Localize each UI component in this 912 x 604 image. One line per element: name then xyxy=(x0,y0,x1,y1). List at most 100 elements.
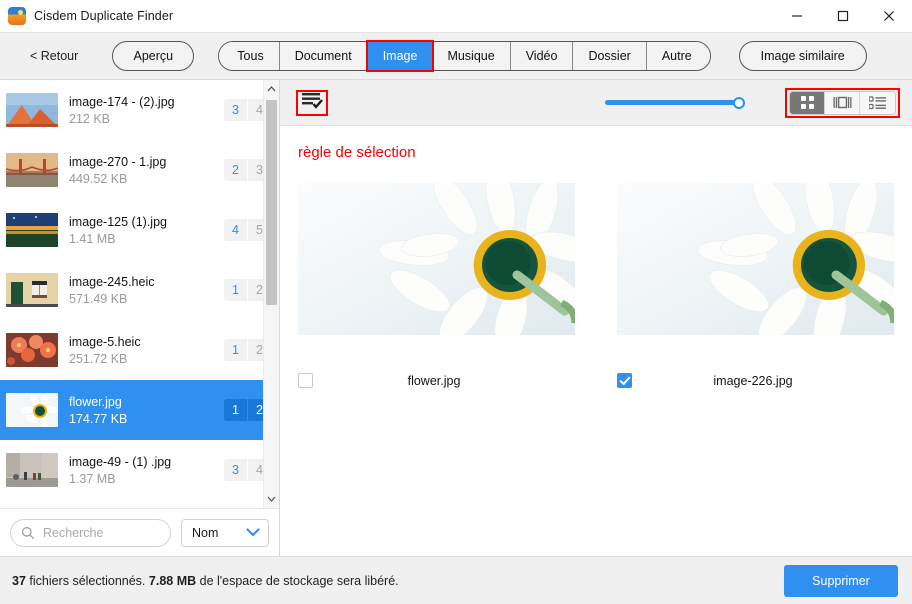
grid-view-icon[interactable] xyxy=(790,92,825,114)
tab-image[interactable]: Image xyxy=(368,42,433,70)
file-name: image-5.heic xyxy=(69,335,218,349)
content-panel: règle de sélection xyxy=(280,80,912,556)
minimize-icon[interactable] xyxy=(774,0,820,32)
delete-button[interactable]: Supprimer xyxy=(784,565,898,597)
file-size: 1.37 MB xyxy=(69,472,218,486)
flowers-thumb xyxy=(6,333,58,367)
file-size: 1.41 MB xyxy=(69,232,218,246)
file-size: 251.72 KB xyxy=(69,352,218,366)
file-name: image-125 (1).jpg xyxy=(69,215,218,229)
street-thumb xyxy=(6,453,58,487)
scroll-up-icon[interactable] xyxy=(264,80,280,98)
scrollbar-thumb[interactable] xyxy=(266,100,277,305)
file-size: 449.52 KB xyxy=(69,172,218,186)
list-item-meta: flower.jpg 174.77 KB xyxy=(69,395,218,426)
selection-rule-icon xyxy=(302,92,323,114)
list-item[interactable]: image-49 - (1) .jpg 1.37 MB 3 4 xyxy=(0,440,279,500)
scroll-down-icon[interactable] xyxy=(264,490,280,508)
compare-view-icon[interactable] xyxy=(825,92,860,114)
scrollbar-track[interactable] xyxy=(264,98,280,490)
pair-footer-left: flower.jpg xyxy=(298,373,575,388)
list-item-selected[interactable]: flower.jpg 174.77 KB 1 2 xyxy=(0,380,279,440)
list-item[interactable]: image-125 (1).jpg 1.41 MB 4 5 xyxy=(0,200,279,260)
file-size: 212 KB xyxy=(69,112,218,126)
search-placeholder: Recherche xyxy=(43,526,103,540)
close-icon[interactable] xyxy=(866,0,912,32)
house-thumb xyxy=(6,273,58,307)
tab-document[interactable]: Document xyxy=(280,42,368,70)
list-item-meta: image-174 - (2).jpg 212 KB xyxy=(69,95,218,126)
file-name: flower.jpg xyxy=(69,395,218,409)
tab-autre[interactable]: Autre xyxy=(647,42,710,70)
pair-checkbox-right[interactable] xyxy=(617,373,632,388)
status-summary: 37 fichiers sélectionnés. 7.88 MB de l'e… xyxy=(12,574,784,588)
window-title: Cisdem Duplicate Finder xyxy=(34,9,173,23)
pair-filename-left: flower.jpg xyxy=(313,374,575,388)
status-bar: 37 fichiers sélectionnés. 7.88 MB de l'e… xyxy=(0,556,912,604)
freed-size: 7.88 MB xyxy=(149,574,196,588)
zoom-slider[interactable] xyxy=(605,93,740,113)
file-size: 571.49 KB xyxy=(69,292,218,306)
sort-dropdown[interactable]: Nom xyxy=(181,519,269,547)
file-name: image-270 - 1.jpg xyxy=(69,155,218,169)
pair-footer-right: image-226.jpg xyxy=(617,373,894,388)
pair-checkbox-left[interactable] xyxy=(298,373,313,388)
list-item-meta: image-5.heic 251.72 KB xyxy=(69,335,218,366)
pair-column-right: image-226.jpg xyxy=(617,183,894,556)
duplicate-file-list[interactable]: image-174 - (2).jpg 212 KB 3 4 xyxy=(0,80,279,508)
list-item[interactable]: image-5.heic 251.72 KB 1 2 xyxy=(0,320,279,380)
daisy-photo[interactable] xyxy=(298,183,575,335)
badge-selected-count: 3 xyxy=(224,99,247,121)
tab-video[interactable]: Vidéo xyxy=(511,42,574,70)
sort-value: Nom xyxy=(192,526,218,540)
window-controls xyxy=(774,0,912,32)
search-icon xyxy=(21,526,35,540)
view-mode-toggle xyxy=(789,91,896,115)
selection-rule-label: règle de sélection xyxy=(280,126,912,161)
mountain-thumb xyxy=(6,93,58,127)
app-logo-icon xyxy=(8,7,26,25)
duplicate-pair-area: flower.jpg xyxy=(280,161,912,556)
cityscape-thumb xyxy=(6,213,58,247)
list-item-meta: image-245.heic 571.49 KB xyxy=(69,275,218,306)
daisy-photo[interactable] xyxy=(617,183,894,335)
selection-rule-button[interactable] xyxy=(296,90,328,116)
file-size: 174.77 KB xyxy=(69,412,218,426)
maximize-icon[interactable] xyxy=(820,0,866,32)
pair-column-left: flower.jpg xyxy=(298,183,575,556)
bridge-thumb xyxy=(6,153,58,187)
list-item[interactable]: image-245.heic 571.49 KB 1 2 xyxy=(0,260,279,320)
search-input[interactable]: Recherche xyxy=(10,519,171,547)
list-item-meta: image-125 (1).jpg 1.41 MB xyxy=(69,215,218,246)
title-bar: Cisdem Duplicate Finder xyxy=(0,0,912,32)
freed-size-text: de l'espace de stockage sera libéré. xyxy=(196,574,399,588)
list-view-icon[interactable] xyxy=(860,92,895,114)
badge-selected-count: 2 xyxy=(224,159,247,181)
badge-selected-count: 1 xyxy=(224,399,247,421)
file-name: image-174 - (2).jpg xyxy=(69,95,218,109)
application-window: Cisdem Duplicate Finder < Retour Aperçu … xyxy=(0,0,912,604)
tab-musique[interactable]: Musique xyxy=(432,42,510,70)
list-item[interactable]: image-270 - 1.jpg 449.52 KB 2 3 xyxy=(0,140,279,200)
list-item-meta: image-49 - (1) .jpg 1.37 MB xyxy=(69,455,218,486)
tab-tous[interactable]: Tous xyxy=(219,42,279,70)
similar-image-button[interactable]: Image similaire xyxy=(739,41,867,71)
file-name: image-49 - (1) .jpg xyxy=(69,455,218,469)
main-body: image-174 - (2).jpg 212 KB 3 4 xyxy=(0,80,912,556)
pair-filename-right: image-226.jpg xyxy=(632,374,894,388)
file-name: image-245.heic xyxy=(69,275,218,289)
main-toolbar: < Retour Aperçu Tous Document Image Musi… xyxy=(0,32,912,80)
tab-dossier[interactable]: Dossier xyxy=(573,42,646,70)
preview-button[interactable]: Aperçu xyxy=(112,41,194,71)
badge-selected-count: 4 xyxy=(224,219,247,241)
list-item-meta: image-270 - 1.jpg 449.52 KB xyxy=(69,155,218,186)
slider-handle[interactable] xyxy=(733,97,745,109)
sidebar-scrollbar[interactable] xyxy=(263,80,279,508)
chevron-down-icon xyxy=(246,524,260,542)
list-item[interactable]: image-174 - (2).jpg 212 KB 3 4 xyxy=(0,80,279,140)
daisy-thumb xyxy=(6,393,58,427)
category-tabs: Tous Document Image Musique Vidéo Dossie… xyxy=(218,41,710,71)
file-sidebar: image-174 - (2).jpg 212 KB 3 4 xyxy=(0,80,280,556)
slider-track[interactable] xyxy=(605,100,740,105)
back-button[interactable]: < Retour xyxy=(24,49,84,63)
